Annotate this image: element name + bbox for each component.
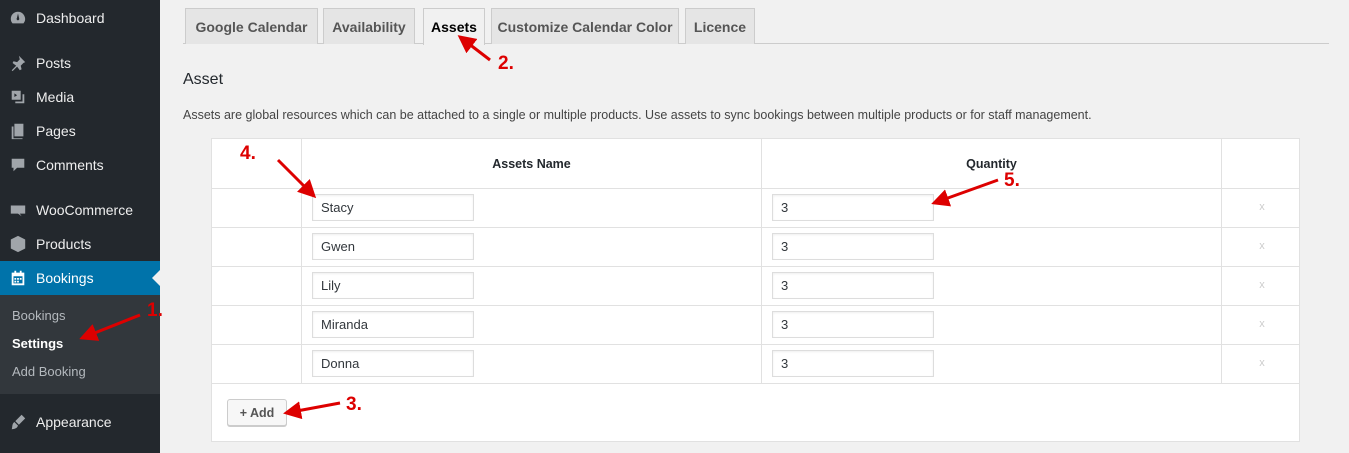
row-divider — [212, 188, 1299, 189]
quantity-input[interactable]: 3 — [772, 194, 934, 221]
sidebar-item-label: Bookings — [36, 270, 94, 286]
sidebar-item-label: WooCommerce — [36, 202, 133, 218]
admin-sidebar: Dashboard Posts Media Pages Comments Woo… — [0, 0, 160, 453]
sidebar-item-label: Media — [36, 89, 75, 105]
bookings-submenu: Bookings Settings Add Booking — [0, 295, 160, 394]
quantity-input[interactable]: 3 — [772, 233, 934, 260]
remove-row-button[interactable]: x — [1257, 357, 1267, 369]
row-divider — [212, 383, 1299, 384]
quantity-input[interactable]: 3 — [772, 350, 934, 377]
tab-licence[interactable]: Licence — [685, 8, 755, 44]
sidebar-item-label: Dashboard — [36, 10, 105, 26]
annotation-label-2: 2. — [498, 53, 514, 74]
calendar-icon — [0, 269, 36, 287]
annotation-label-4: 4. — [240, 143, 256, 164]
remove-row-button[interactable]: x — [1257, 279, 1267, 291]
pages-icon — [0, 122, 36, 140]
section-description: Assets are global resources which can be… — [183, 108, 1092, 122]
pin-icon — [0, 54, 36, 72]
sidebar-item-posts[interactable]: Posts — [0, 46, 160, 80]
remove-row-button[interactable]: x — [1257, 240, 1267, 252]
row-divider — [212, 227, 1299, 228]
sidebar-item-dashboard[interactable]: Dashboard — [0, 1, 160, 35]
sidebar-item-label: Comments — [36, 157, 104, 173]
tab-google-calendar[interactable]: Google Calendar — [185, 8, 318, 44]
annotation-label-5: 5. — [1004, 170, 1020, 191]
add-asset-button[interactable]: + Add — [227, 399, 287, 426]
sidebar-item-products[interactable]: Products — [0, 227, 160, 261]
section-heading: Asset — [183, 71, 224, 88]
sidebar-item-label: Products — [36, 236, 92, 252]
asset-name-input[interactable]: Donna — [312, 350, 474, 377]
sidebar-item-pages[interactable]: Pages — [0, 114, 160, 148]
media-icon — [0, 88, 36, 106]
submenu-item-settings[interactable]: Settings — [12, 336, 63, 351]
settings-tabs: Google Calendar Availability Assets Cust… — [183, 8, 1329, 45]
assets-table: Assets Name Quantity Stacy 3 x Gwen 3 x … — [211, 138, 1300, 442]
column-divider — [761, 139, 762, 383]
tab-customize-calendar-color[interactable]: Customize Calendar Color — [491, 8, 679, 44]
column-divider — [1221, 139, 1222, 383]
remove-row-button[interactable]: x — [1257, 201, 1267, 213]
submenu-item-bookings[interactable]: Bookings — [12, 308, 65, 323]
tab-availability[interactable]: Availability — [323, 8, 415, 44]
sidebar-item-appearance[interactable]: Appearance — [0, 405, 160, 439]
column-header-assets-name: Assets Name — [492, 157, 571, 171]
woocommerce-icon — [0, 201, 36, 219]
sidebar-item-label: Pages — [36, 123, 76, 139]
sidebar-item-label: Appearance — [36, 414, 112, 430]
column-header-quantity: Quantity — [966, 157, 1017, 171]
dashboard-icon — [0, 9, 36, 27]
sidebar-item-bookings[interactable]: Bookings — [0, 261, 160, 295]
annotation-label-3: 3. — [346, 394, 362, 415]
tab-assets[interactable]: Assets — [423, 8, 485, 45]
brush-icon — [0, 413, 36, 431]
row-divider — [212, 305, 1299, 306]
row-divider — [212, 344, 1299, 345]
asset-name-input[interactable]: Stacy — [312, 194, 474, 221]
column-divider — [301, 139, 302, 383]
asset-name-input[interactable]: Miranda — [312, 311, 474, 338]
asset-name-input[interactable]: Lily — [312, 272, 474, 299]
sidebar-item-woocommerce[interactable]: WooCommerce — [0, 193, 160, 227]
sidebar-item-media[interactable]: Media — [0, 80, 160, 114]
box-icon — [0, 235, 36, 253]
row-divider — [212, 266, 1299, 267]
sidebar-item-label: Posts — [36, 55, 72, 71]
sidebar-item-comments[interactable]: Comments — [0, 148, 160, 182]
submenu-item-add-booking[interactable]: Add Booking — [12, 364, 86, 379]
asset-name-input[interactable]: Gwen — [312, 233, 474, 260]
quantity-input[interactable]: 3 — [772, 272, 934, 299]
active-indicator — [152, 270, 160, 286]
remove-row-button[interactable]: x — [1257, 318, 1267, 330]
annotation-label-1: 1. — [147, 300, 163, 321]
quantity-input[interactable]: 3 — [772, 311, 934, 338]
comment-icon — [0, 156, 36, 174]
